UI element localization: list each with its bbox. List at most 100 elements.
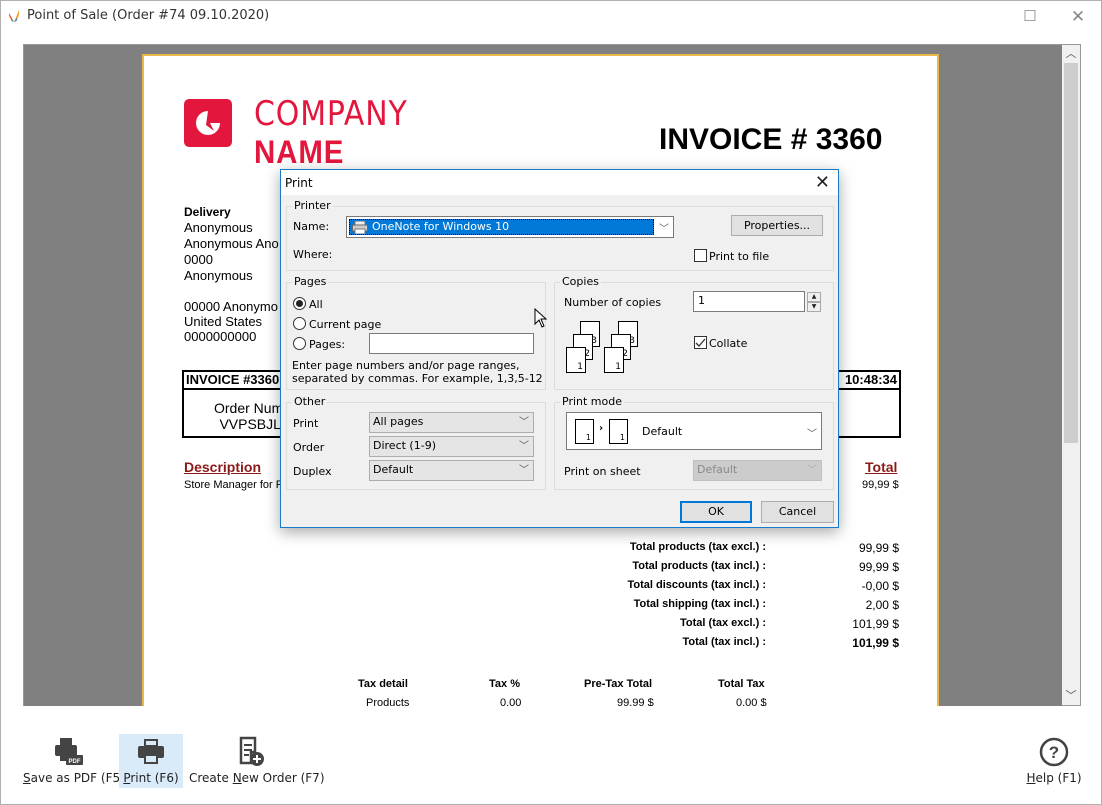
copies-input[interactable]: 1 bbox=[693, 291, 805, 312]
chevron-down-icon: ﹀ bbox=[519, 465, 529, 476]
mouse-cursor-icon bbox=[534, 308, 548, 328]
print-to-file-label: Print to file bbox=[709, 250, 770, 263]
collate-label: Collate bbox=[709, 337, 748, 350]
printer-name-text: OneNote for Windows 10 bbox=[372, 220, 510, 233]
copies-label: Number of copies bbox=[564, 296, 662, 309]
radio-all[interactable] bbox=[293, 297, 306, 310]
printer-icon bbox=[138, 739, 164, 764]
chevron-down-icon: ﹀ bbox=[519, 441, 529, 452]
dialog-title: Print bbox=[285, 176, 313, 190]
print-mode-select[interactable]: 1 › 1 Default ﹀ bbox=[566, 412, 822, 450]
properties-button[interactable]: Properties... bbox=[731, 215, 823, 236]
order-number-value: VVPSBJL bbox=[219, 416, 281, 432]
svg-text:?: ? bbox=[1049, 743, 1059, 762]
order-number: Order Numl VVPSBJL bbox=[214, 400, 286, 432]
radio-pages[interactable] bbox=[293, 337, 306, 350]
copies-spinner[interactable]: ▲ ▼ bbox=[807, 292, 821, 312]
pages-group-label: Pages bbox=[292, 275, 329, 288]
address-line: 0000000000 bbox=[184, 329, 257, 344]
ok-button[interactable]: OK bbox=[680, 501, 752, 523]
print-label: Print bbox=[293, 417, 319, 430]
print-on-sheet-value: Default bbox=[697, 463, 738, 476]
print-mode-value: Default bbox=[642, 425, 683, 438]
duplex-select[interactable]: Default ﹀ bbox=[369, 460, 534, 481]
tax-col-header: Tax % bbox=[489, 678, 520, 690]
pages-hint-line2: separated by commas. For example, 1,3,5-… bbox=[292, 372, 543, 385]
save-as-pdf-label: Save as PDF (F5) bbox=[23, 771, 125, 785]
copies-group-label: Copies bbox=[560, 275, 601, 288]
pages-input[interactable] bbox=[369, 333, 534, 354]
close-button[interactable]: ✕ bbox=[1068, 7, 1088, 27]
order-number-label: Order Numl bbox=[214, 400, 287, 416]
totals-label: Total products (tax excl.) : bbox=[629, 541, 766, 553]
window-title: Point of Sale (Order #74 09.10.2020) bbox=[27, 8, 270, 23]
print-to-file-checkbox[interactable] bbox=[694, 249, 707, 262]
help-icon: ? bbox=[1039, 737, 1069, 767]
company-name-line1: COMPANY bbox=[254, 94, 408, 134]
title-bar: Point of Sale (Order #74 09.10.2020) ☐ ✕ bbox=[1, 1, 1101, 33]
order-select-value: Direct (1-9) bbox=[373, 439, 436, 452]
company-name-line2: NAME bbox=[254, 134, 345, 170]
printer-group-label: Printer bbox=[292, 199, 333, 212]
maximize-button[interactable]: ☐ bbox=[1020, 7, 1040, 27]
totals-label: Total products (tax incl.) : bbox=[632, 560, 766, 572]
totals-value: 101,99 $ bbox=[852, 617, 899, 631]
create-new-order-button[interactable]: Create New Order (F7) bbox=[189, 734, 325, 788]
save-as-pdf-button[interactable]: PDF Save as PDF (F5) bbox=[23, 734, 125, 788]
dialog-close-button[interactable]: ✕ bbox=[815, 172, 830, 193]
address-block: 00000 Anonymo United States 0000000000 bbox=[184, 299, 278, 344]
vertical-scrollbar[interactable]: ︿ ﹀ bbox=[1062, 44, 1081, 706]
app-window: Point of Sale (Order #74 09.10.2020) ☐ ✕… bbox=[0, 0, 1102, 805]
print-button[interactable]: Print (F6) bbox=[119, 734, 183, 788]
total-value: 99,99 $ bbox=[862, 479, 899, 491]
totals-value: 101,99 $ bbox=[852, 636, 899, 650]
name-label: Name: bbox=[293, 220, 330, 233]
totals-row-grand: Total (tax incl.) : 101,99 $ bbox=[544, 636, 899, 655]
delivery-heading: Delivery bbox=[184, 205, 231, 219]
totals-label: Total discounts (tax incl.) : bbox=[627, 579, 766, 591]
spin-up-button[interactable]: ▲ bbox=[807, 292, 821, 302]
radio-current-page-label: Current page bbox=[309, 318, 382, 331]
page-icon: 1 bbox=[609, 419, 628, 444]
tax-cell: 99.99 $ bbox=[617, 697, 654, 706]
scroll-up-button[interactable]: ︿ bbox=[1062, 45, 1080, 63]
collate-illustration-icon: 3 2 1 3 2 1 bbox=[566, 321, 646, 373]
scroll-thumb[interactable] bbox=[1064, 63, 1078, 443]
radio-current-page[interactable] bbox=[293, 317, 306, 330]
help-button[interactable]: ? Help (F1) bbox=[1023, 734, 1085, 788]
svg-text:PDF: PDF bbox=[69, 759, 81, 765]
cancel-button[interactable]: Cancel bbox=[761, 501, 834, 523]
chevron-down-icon: ﹀ bbox=[807, 465, 817, 476]
spin-down-button[interactable]: ▼ bbox=[807, 302, 821, 312]
maximize-icon: ☐ bbox=[1023, 8, 1037, 25]
print-on-sheet-select[interactable]: Default ﹀ bbox=[693, 460, 822, 481]
pdf-printer-icon: PDF bbox=[55, 738, 83, 765]
app-logo-icon bbox=[8, 10, 20, 22]
create-new-order-label: Create New Order (F7) bbox=[189, 771, 325, 785]
printer-name-value: OneNote for Windows 10 bbox=[349, 219, 654, 235]
order-select[interactable]: Direct (1-9) ﹀ bbox=[369, 436, 534, 457]
print-select[interactable]: All pages ﹀ bbox=[369, 412, 534, 433]
address-line: United States bbox=[184, 314, 263, 329]
dialog-title-bar: Print ✕ bbox=[281, 170, 838, 195]
totals-value: -0,00 $ bbox=[861, 579, 899, 593]
chevron-down-icon: ﹀ bbox=[659, 224, 669, 235]
collate-checkbox[interactable] bbox=[694, 336, 707, 349]
totals-summary: Total products (tax excl.) : 99,99 $ Tota… bbox=[544, 541, 899, 655]
total-header: Total bbox=[865, 459, 898, 475]
help-label: Help (F1) bbox=[1026, 771, 1082, 785]
new-document-icon bbox=[239, 736, 264, 766]
info-invoice-number: INVOICE #3360 bbox=[186, 372, 280, 387]
totals-label: Total (tax incl.) : bbox=[682, 636, 766, 648]
chevron-down-icon: ﹀ bbox=[519, 417, 529, 428]
logo-icon bbox=[196, 111, 220, 135]
totals-value: 99,99 $ bbox=[858, 541, 899, 555]
delivery-line: Anonymous bbox=[184, 268, 253, 283]
totals-row: Total products (tax excl.) : 99,99 $ bbox=[544, 541, 899, 560]
checkmark-icon bbox=[695, 338, 706, 347]
printer-name-select[interactable]: OneNote for Windows 10 ﹀ bbox=[346, 216, 674, 238]
tax-cell: 0.00 bbox=[500, 697, 522, 706]
scroll-down-button[interactable]: ﹀ bbox=[1062, 687, 1080, 705]
tax-detail-table: Tax detail Tax % Pre-Tax Total Total Tax… bbox=[344, 678, 774, 706]
duplex-select-value: Default bbox=[373, 463, 414, 476]
